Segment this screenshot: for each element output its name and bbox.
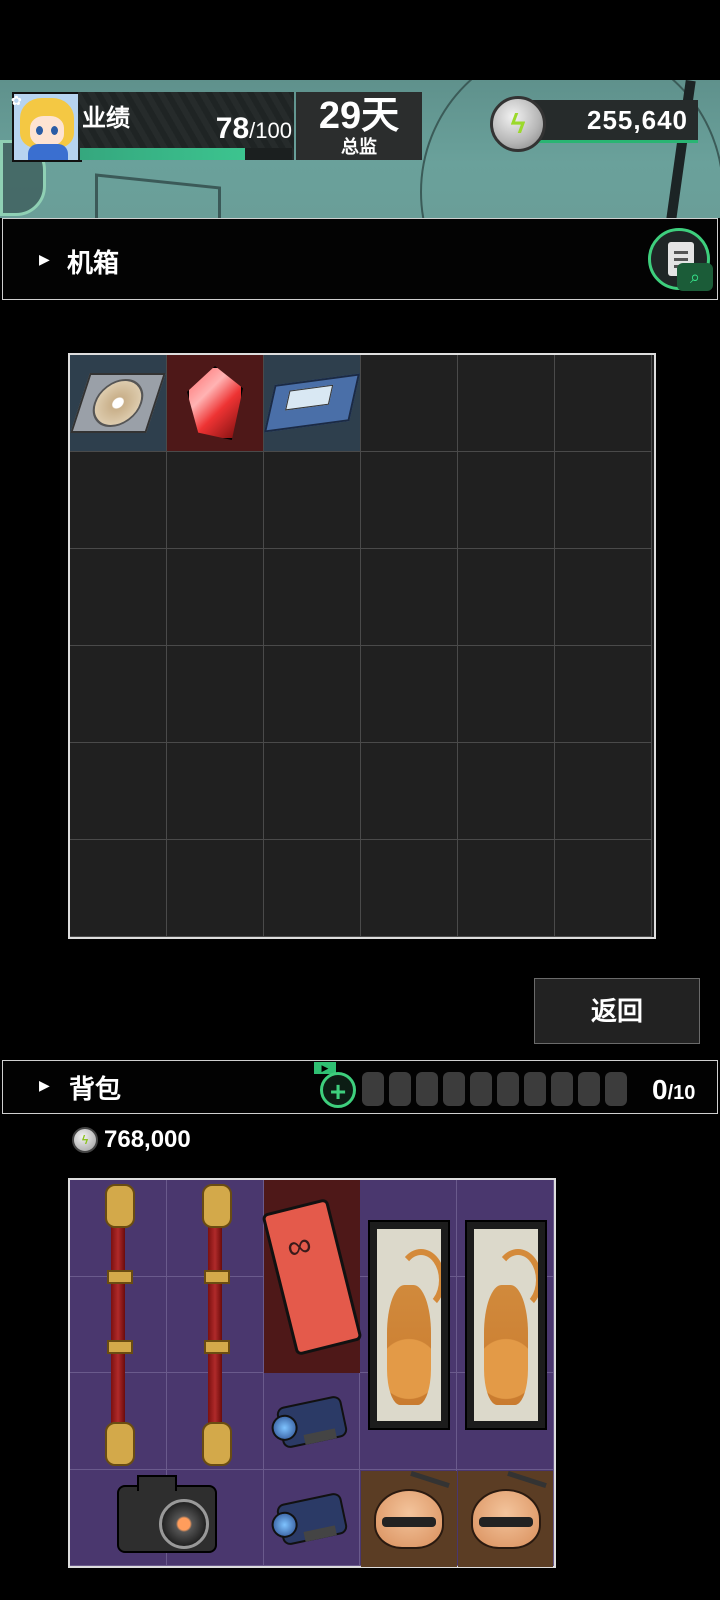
item-bun-charm[interactable] bbox=[361, 1471, 457, 1567]
item-golden-staff[interactable] bbox=[70, 1180, 166, 1470]
grid-cell[interactable] bbox=[555, 549, 652, 646]
expand-arrow-icon[interactable]: ▶ bbox=[39, 1077, 50, 1094]
item-tiger-scroll[interactable] bbox=[458, 1180, 554, 1470]
empty-slot-pill bbox=[362, 1072, 384, 1106]
return-button[interactable]: 返回 bbox=[534, 978, 700, 1044]
empty-slot-pill bbox=[389, 1072, 411, 1106]
grid-cell[interactable] bbox=[555, 452, 652, 549]
item-golden-staff[interactable] bbox=[167, 1180, 263, 1470]
item-red-crystal[interactable] bbox=[167, 355, 263, 451]
grid-cell[interactable] bbox=[361, 549, 458, 646]
tiger-scroll-icon bbox=[368, 1220, 450, 1430]
golden-staff-icon bbox=[202, 1184, 232, 1466]
rifle-scope-icon bbox=[275, 1394, 349, 1450]
red-crystal-icon bbox=[187, 366, 243, 440]
grid-cell[interactable] bbox=[167, 646, 264, 743]
expand-arrow-icon[interactable]: ▶ bbox=[39, 251, 50, 268]
item-cassette-tape[interactable] bbox=[264, 355, 360, 451]
item-rifle-scope[interactable] bbox=[264, 1374, 360, 1470]
cassette-tape-icon bbox=[264, 373, 360, 433]
performance-value: 78/100 bbox=[215, 112, 292, 145]
money-value: 255,640 bbox=[587, 105, 688, 135]
bag-money: ϟ 768,000 bbox=[72, 1126, 191, 1154]
grid-cell[interactable] bbox=[264, 840, 361, 937]
grid-cell[interactable] bbox=[555, 840, 652, 937]
grid-cell[interactable] bbox=[167, 452, 264, 549]
rank-label: 总监 bbox=[341, 137, 377, 157]
days-value: 29天 bbox=[318, 95, 400, 137]
grid-cell[interactable] bbox=[361, 840, 458, 937]
item-cd-disc[interactable] bbox=[70, 355, 166, 451]
grid-cell[interactable] bbox=[361, 452, 458, 549]
golden-staff-icon bbox=[105, 1184, 135, 1466]
search-icon: ⌕ bbox=[677, 263, 713, 291]
item-bun-charm[interactable] bbox=[458, 1471, 553, 1567]
item-tiger-scroll[interactable] bbox=[361, 1180, 457, 1470]
grid-cell[interactable] bbox=[458, 355, 555, 452]
rifle-scope-icon bbox=[275, 1491, 349, 1547]
camera-icon bbox=[116, 1475, 217, 1553]
grid-cell[interactable] bbox=[264, 452, 361, 549]
grid-cell[interactable] bbox=[167, 743, 264, 840]
money-bar: 255,640 bbox=[530, 100, 698, 143]
grid-cell[interactable] bbox=[167, 840, 264, 937]
grid-cell[interactable] bbox=[70, 549, 167, 646]
grid-cell[interactable] bbox=[361, 743, 458, 840]
grid-cell[interactable] bbox=[361, 355, 458, 452]
empty-slot-pill bbox=[578, 1072, 600, 1106]
chassis-header: ▶ 机箱 bbox=[2, 218, 718, 300]
inspect-clipboard-button[interactable]: ⌕ bbox=[648, 228, 713, 291]
performance-bar bbox=[80, 148, 292, 160]
bag-money-value: 768,000 bbox=[104, 1126, 191, 1153]
grid-cell[interactable] bbox=[70, 646, 167, 743]
bun-charm-icon bbox=[470, 1489, 541, 1549]
grid-cell[interactable] bbox=[70, 840, 167, 937]
bun-charm-icon bbox=[374, 1489, 444, 1549]
empty-slot-pill bbox=[551, 1072, 573, 1106]
performance-label: 业绩 bbox=[82, 105, 130, 132]
grid-cell[interactable] bbox=[555, 743, 652, 840]
chassis-title: 机箱 bbox=[67, 248, 120, 278]
lightning-coin-icon: ϟ bbox=[72, 1127, 98, 1153]
grid-cell[interactable] bbox=[458, 452, 555, 549]
cd-disc-icon bbox=[70, 373, 166, 433]
background-decor bbox=[95, 173, 221, 218]
add-slot-button[interactable]: + bbox=[320, 1072, 356, 1108]
item-camera[interactable] bbox=[70, 1471, 263, 1567]
grid-cell[interactable] bbox=[458, 646, 555, 743]
grid-cell[interactable] bbox=[264, 743, 361, 840]
grid-cell[interactable] bbox=[361, 646, 458, 743]
empty-slot-pill bbox=[443, 1072, 465, 1106]
bag-count: 0/10 bbox=[652, 1074, 696, 1105]
grid-cell[interactable] bbox=[555, 355, 652, 452]
performance-panel: 业绩 78/100 bbox=[78, 92, 294, 160]
avatar[interactable] bbox=[12, 92, 82, 162]
empty-slot-pill bbox=[524, 1072, 546, 1106]
empty-slot-pill bbox=[470, 1072, 492, 1106]
top-hud: 业绩 78/100 29天 总监 255,640 ϟ bbox=[0, 80, 720, 218]
grid-cell[interactable] bbox=[458, 549, 555, 646]
grid-cell[interactable] bbox=[70, 743, 167, 840]
grid-cell[interactable] bbox=[264, 646, 361, 743]
item-meta-card[interactable] bbox=[261, 1180, 363, 1373]
days-panel: 29天 总监 bbox=[296, 92, 422, 160]
empty-slot-pill bbox=[605, 1072, 627, 1106]
grid-cell[interactable] bbox=[167, 549, 264, 646]
empty-slot-pill bbox=[497, 1072, 519, 1106]
bag-title: 背包 bbox=[69, 1074, 122, 1104]
id-card-icon bbox=[261, 1197, 363, 1356]
grid-cell[interactable] bbox=[458, 743, 555, 840]
tiger-scroll-icon bbox=[465, 1220, 547, 1430]
grid-cell[interactable] bbox=[555, 646, 652, 743]
settings-gear-icon[interactable]: ✿ bbox=[11, 93, 22, 109]
grid-cell[interactable] bbox=[458, 840, 555, 937]
grid-cell[interactable] bbox=[264, 549, 361, 646]
grid-cell[interactable] bbox=[70, 452, 167, 549]
empty-slot-pill bbox=[416, 1072, 438, 1106]
item-rifle-scope[interactable] bbox=[264, 1471, 360, 1567]
lightning-coin-icon: ϟ bbox=[490, 96, 546, 152]
